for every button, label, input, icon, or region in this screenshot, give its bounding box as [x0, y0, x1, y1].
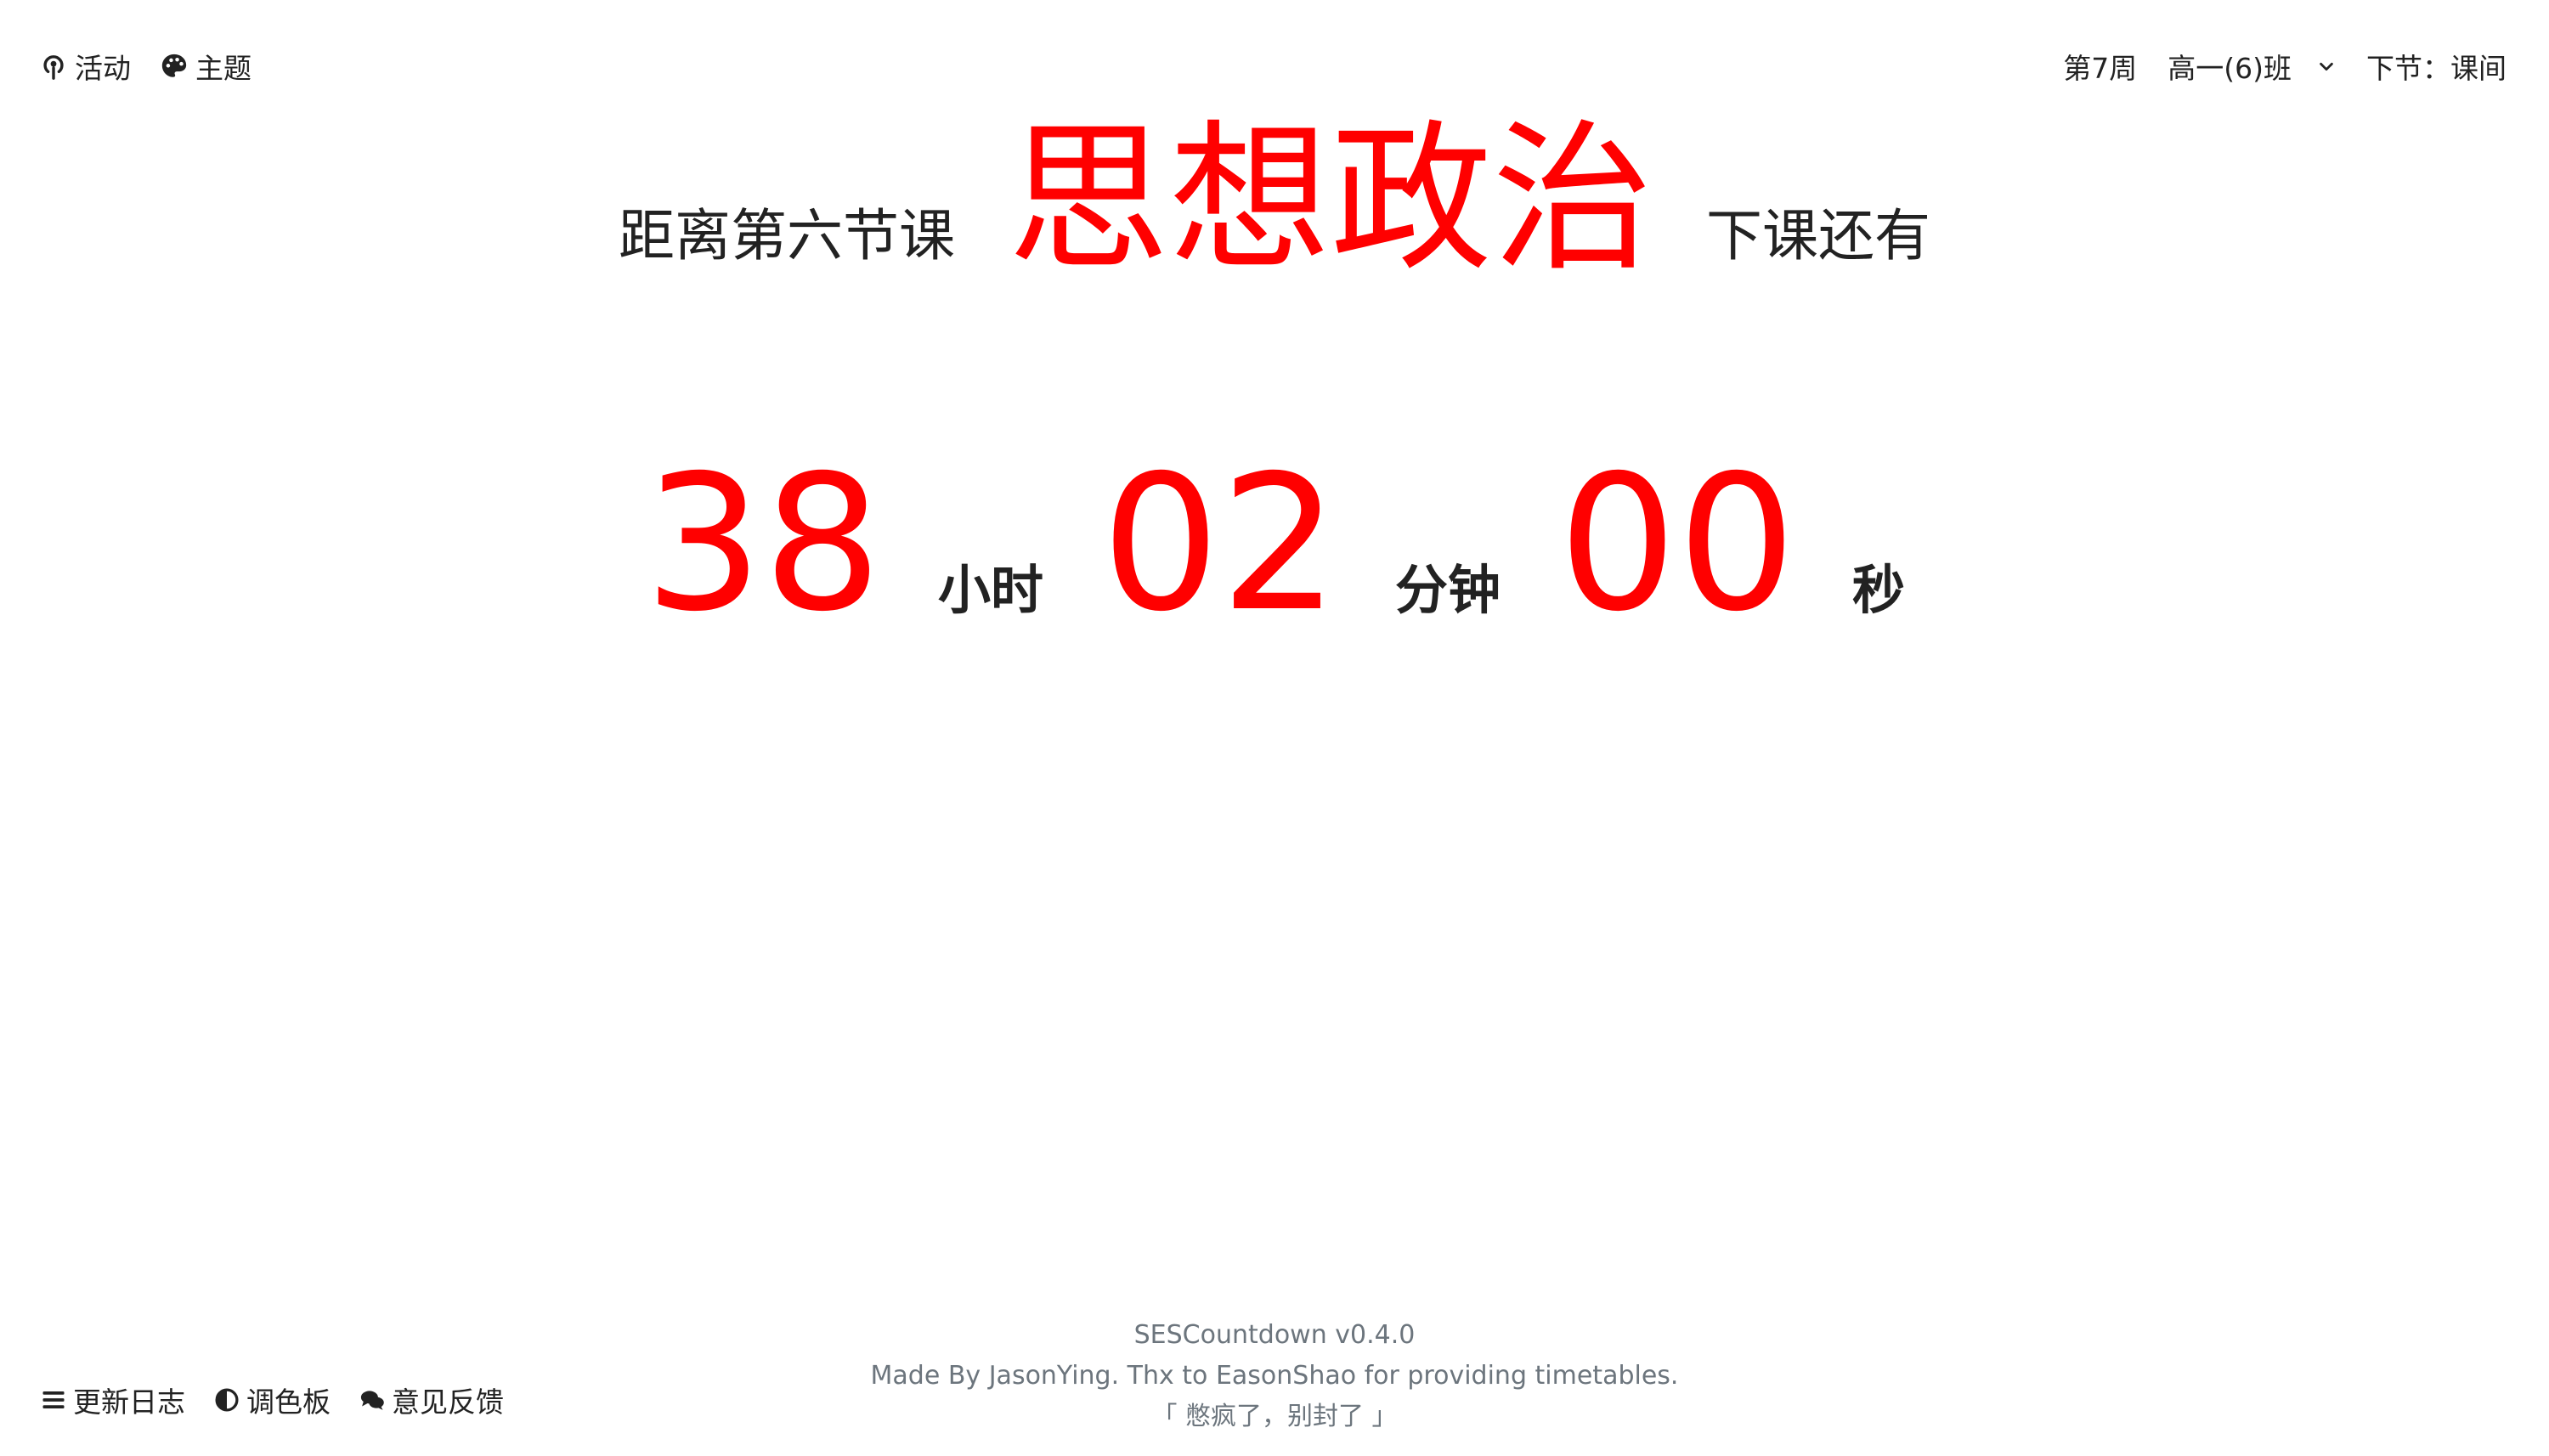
top-nav-left: 活动 主题	[39, 41, 252, 92]
contrast-icon	[214, 1387, 240, 1413]
feedback-link[interactable]: 意见反馈	[359, 1380, 504, 1420]
subject-name: 思想政治	[1007, 105, 1653, 293]
palette-link[interactable]: 调色板	[214, 1380, 331, 1420]
palette-label: 调色板	[246, 1385, 331, 1419]
headline: 距离第六节课 思想政治 下课还有	[0, 119, 2549, 289]
bottom-links: 更新日志 调色板 意见反馈	[41, 1376, 504, 1424]
theme-label: 主题	[195, 52, 252, 85]
podcast-icon	[39, 52, 68, 81]
chevron-down-icon	[2317, 57, 2336, 76]
hours-unit: 小时	[938, 559, 1044, 621]
feedback-label: 意见反馈	[392, 1385, 504, 1419]
class-select[interactable]: 高一(6)班	[2167, 46, 2336, 87]
comments-icon	[359, 1387, 385, 1413]
footer-version: SESCountdown v0.4.0	[1133, 1320, 1416, 1350]
hours-value: 38	[644, 435, 882, 652]
next-class-indicator: 下节：课间	[2366, 52, 2507, 85]
activity-label: 活动	[75, 52, 131, 85]
top-nav-right: 第7周 高一(6)班 下节：课间	[2063, 41, 2507, 92]
headline-suffix: 下课还有	[1706, 203, 1930, 268]
countdown-page: 活动 主题 第7周 高一(6)班 下节：课间 距离第六节课 思想政治 下课还有 …	[0, 0, 2549, 1456]
list-icon	[41, 1387, 66, 1413]
theme-link[interactable]: 主题	[160, 46, 252, 87]
changelog-link[interactable]: 更新日志	[41, 1380, 185, 1420]
seconds-value: 00	[1557, 435, 1796, 652]
activity-link[interactable]: 活动	[39, 46, 131, 87]
minutes-unit: 分钟	[1394, 559, 1501, 621]
countdown-timer: 38 小时 02 分钟 00 秒	[0, 450, 2549, 654]
week-indicator: 第7周	[2063, 52, 2138, 85]
palette-icon	[160, 52, 189, 81]
class-select-value: 高一(6)班	[2167, 52, 2292, 85]
seconds-unit: 秒	[1851, 559, 1905, 621]
minutes-value: 02	[1101, 435, 1339, 652]
headline-prefix: 距离第六节课	[618, 203, 955, 268]
changelog-label: 更新日志	[73, 1385, 185, 1419]
